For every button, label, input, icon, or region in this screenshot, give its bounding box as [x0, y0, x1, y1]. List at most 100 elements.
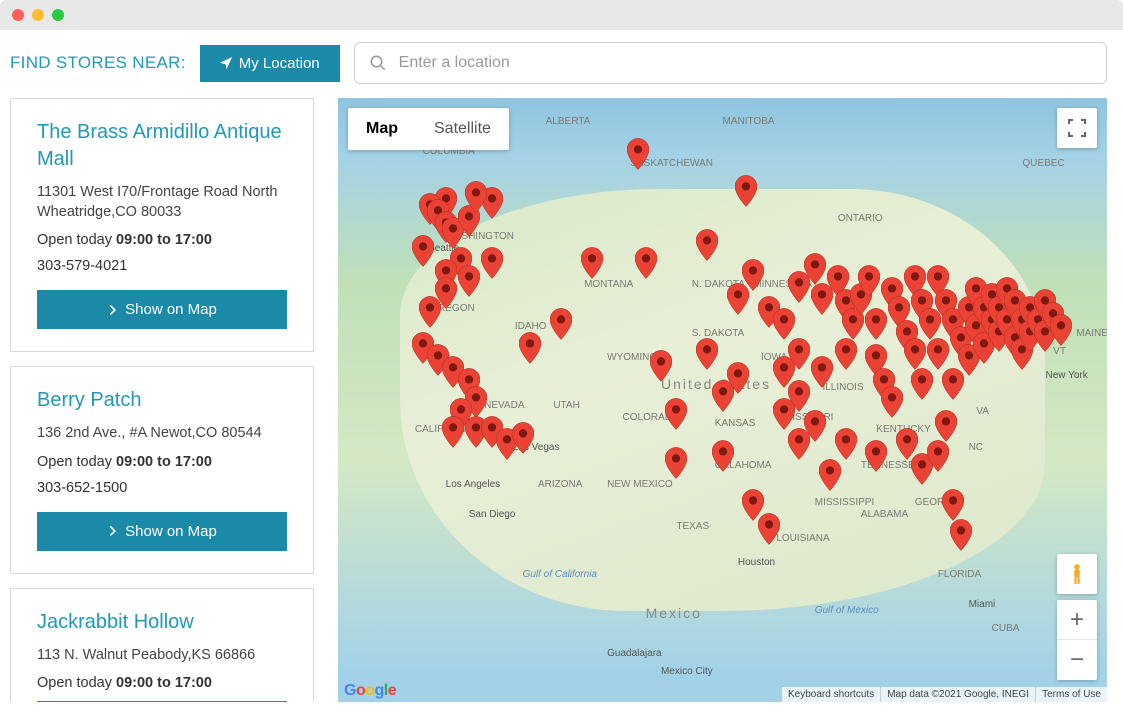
- map-label: FLORIDA: [938, 569, 981, 580]
- map-pin[interactable]: [650, 350, 672, 382]
- my-location-label: My Location: [239, 55, 320, 72]
- map-pin[interactable]: [696, 338, 718, 370]
- store-name[interactable]: The Brass Armidillo Antique Mall: [37, 119, 287, 173]
- store-card: Berry Patch136 2nd Ave., #A Newot,CO 805…: [10, 366, 314, 574]
- map-label: CUBA: [992, 623, 1020, 634]
- map-label: MANITOBA: [723, 116, 775, 127]
- location-search-input[interactable]: [399, 54, 1092, 72]
- map-pin[interactable]: [481, 247, 503, 279]
- map-pin[interactable]: [665, 398, 687, 430]
- store-address: 113 N. Walnut Peabody,KS 66866: [37, 646, 287, 666]
- map-pin[interactable]: [665, 447, 687, 479]
- streetview-pegman[interactable]: [1057, 554, 1097, 594]
- map-pin[interactable]: [858, 265, 880, 297]
- map-container[interactable]: ALBERTASASKATCHEWANCOLUMBIAMANITOBAONTAR…: [338, 98, 1107, 702]
- my-location-button[interactable]: My Location: [200, 45, 340, 82]
- map-pin[interactable]: [811, 356, 833, 388]
- fullscreen-icon: [1068, 119, 1086, 137]
- map-pin[interactable]: [550, 308, 572, 340]
- map-label: Mexico City: [661, 666, 713, 677]
- map-pin[interactable]: [627, 138, 649, 170]
- map-pin[interactable]: [865, 308, 887, 340]
- main-content: The Brass Armidillo Antique Mall 11301 We…: [0, 98, 1123, 718]
- traffic-light-zoom[interactable]: [52, 9, 64, 21]
- store-phone: 303-579-4021: [37, 258, 287, 274]
- map-pin[interactable]: [773, 308, 795, 340]
- map-pin[interactable]: [935, 410, 957, 442]
- arrow-right-icon: [107, 525, 119, 537]
- window-titlebar: [0, 0, 1123, 30]
- map-pin[interactable]: [865, 440, 887, 472]
- arrow-right-icon: [107, 304, 119, 316]
- traffic-light-close[interactable]: [12, 9, 24, 21]
- map-pin[interactable]: [519, 332, 541, 364]
- store-list-sidebar[interactable]: The Brass Armidillo Antique Mall 11301 We…: [10, 98, 320, 702]
- map-label: MAINE: [1076, 328, 1107, 339]
- terms-link[interactable]: Terms of Use: [1035, 687, 1107, 702]
- show-on-map-button[interactable]: Show on Map: [37, 512, 287, 551]
- zoom-out-button[interactable]: −: [1057, 640, 1097, 680]
- map-pin[interactable]: [950, 519, 972, 551]
- map-pin[interactable]: [927, 338, 949, 370]
- map-label: QUEBEC: [1022, 158, 1064, 169]
- map-pin[interactable]: [442, 416, 464, 448]
- store-name[interactable]: Berry Patch: [37, 387, 287, 414]
- show-on-map-button[interactable]: Show on Map: [37, 290, 287, 329]
- map-pin[interactable]: [788, 338, 810, 370]
- map-pin[interactable]: [696, 229, 718, 261]
- store-phone: 303-652-1500: [37, 480, 287, 496]
- zoom-in-button[interactable]: +: [1057, 600, 1097, 640]
- map-pin[interactable]: [412, 235, 434, 267]
- store-hours: Open today 09:00 to 17:00: [37, 454, 287, 470]
- pegman-icon: [1068, 563, 1086, 585]
- map-canvas[interactable]: ALBERTASASKATCHEWANCOLUMBIAMANITOBAONTAR…: [338, 98, 1107, 702]
- map-type-satellite[interactable]: Satellite: [416, 108, 509, 150]
- store-card: Jackrabbit Hollow 113 N. Walnut Peabody,K…: [10, 588, 314, 702]
- map-pin[interactable]: [742, 259, 764, 291]
- map-pin[interactable]: [804, 253, 826, 285]
- store-address: 11301 West I70/Frontage Road North Wheat…: [37, 183, 287, 222]
- map-pin[interactable]: [788, 380, 810, 412]
- fullscreen-button[interactable]: [1057, 108, 1097, 148]
- find-stores-label: FIND STORES NEAR:: [10, 53, 186, 73]
- store-hours: Open today 09:00 to 17:00: [37, 675, 287, 691]
- map-label: ALBERTA: [546, 116, 591, 127]
- map-data-label: Map data ©2021 Google, INEGI: [880, 687, 1035, 702]
- map-pin[interactable]: [881, 386, 903, 418]
- map-pin[interactable]: [942, 489, 964, 521]
- show-on-map-button[interactable]: Show on Map: [37, 701, 287, 702]
- map-pin[interactable]: [835, 338, 857, 370]
- map-pin[interactable]: [735, 175, 757, 207]
- map-pin[interactable]: [788, 428, 810, 460]
- map-pin[interactable]: [1050, 314, 1072, 346]
- map-pin[interactable]: [458, 265, 480, 297]
- map-pin[interactable]: [904, 338, 926, 370]
- store-name[interactable]: Jackrabbit Hollow: [37, 609, 287, 636]
- map-label: Gulf of Mexico: [815, 605, 879, 616]
- location-arrow-icon: [220, 57, 233, 70]
- store-card: The Brass Armidillo Antique Mall 11301 We…: [10, 98, 314, 352]
- map-attribution: Keyboard shortcuts Map data ©2021 Google…: [782, 687, 1107, 702]
- map-pin[interactable]: [927, 440, 949, 472]
- show-on-map-label: Show on Map: [125, 301, 217, 318]
- zoom-controls: + −: [1057, 600, 1097, 680]
- map-label: New York: [1045, 370, 1087, 381]
- map-pin[interactable]: [819, 459, 841, 491]
- map-pin[interactable]: [835, 428, 857, 460]
- search-field-wrapper: [354, 42, 1107, 84]
- map-pin[interactable]: [581, 247, 603, 279]
- keyboard-shortcuts-link[interactable]: Keyboard shortcuts: [782, 687, 880, 702]
- map-pin[interactable]: [758, 513, 780, 545]
- map-pin[interactable]: [419, 296, 441, 328]
- traffic-light-minimize[interactable]: [32, 9, 44, 21]
- map-pin[interactable]: [465, 181, 487, 213]
- map-pin[interactable]: [635, 247, 657, 279]
- map-pin[interactable]: [712, 440, 734, 472]
- search-bar: FIND STORES NEAR: My Location: [0, 30, 1123, 98]
- map-pin[interactable]: [727, 362, 749, 394]
- map-type-map[interactable]: Map: [348, 108, 416, 150]
- map-pin[interactable]: [512, 422, 534, 454]
- map-type-switcher: Map Satellite: [348, 108, 509, 150]
- map-pin[interactable]: [911, 368, 933, 400]
- show-on-map-label: Show on Map: [125, 523, 217, 540]
